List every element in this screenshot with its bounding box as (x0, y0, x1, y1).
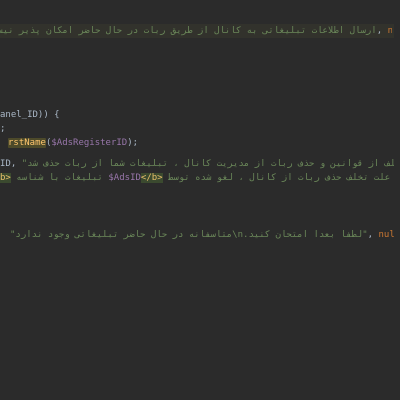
code-line-7[interactable]: "ﻣﺘﺎﺳﻔﺎﻧﻪ ﺩﺭ ﺣﺎﻝ ﺣﺎﺿﺮ ﺗﺒﻠﯿﻐﺎﺗﯽ ﻭﺟﻮﺩ ﻧﺪﺍﺭ… (10, 228, 400, 242)
code-token: ID, (0, 159, 22, 169)
code-token: null (387, 26, 392, 36)
code-token: ﺑﻪ ﻋﻠﺖ ﺗﺨﻠﻒ ﺣﺬﻑ ﺭﺑﺎﺕ ﺍﺯ ﮐﺎﻧﺎﻝ ، ﻟﻐﻮ ﺷﺪﻩ … (168, 173, 400, 183)
code-token: , (367, 230, 379, 240)
code-token: ; (0, 124, 6, 134)
code-token: anel_ID)) { (0, 110, 60, 120)
code-editor[interactable]: ﺍﺭﺳﺎﻝ ﺍﻃﻼﻋﺎﺕ ﺗﺒﻠﯿﻐﺎﺗﯽ ﺑﻪ ﮐﺎﻧﺎﻝ ﺍﺯ ﻃﺮﯾﻖ ﺭ… (0, 0, 400, 400)
code-token: b> (0, 173, 11, 183)
code-token: "ﻣﺘﺎﺳﻔﺎﻧﻪ ﺩﺭ ﺣﺎﻝ ﺣﺎﺿﺮ ﺗﺒﻠﯿﻐﺎﺗﯽ ﻭﺟﻮﺩ ﻧﺪﺍﺭ… (10, 230, 368, 240)
code-token: ﺍﺭﺳﺎﻝ ﺍﻃﻼﻋﺎﺕ ﺗﺒﻠﯿﻐﺎﺗﯽ ﺑﻪ ﮐﺎﻧﺎﻝ ﺍﺯ ﻃﺮﯾﻖ ﺭ… (0, 26, 377, 36)
code-token: ﺗﺒﻠﯿﻐﺎﺕ ﺑﺎ ﺷﻨﺎﺳﻪ (10, 173, 109, 183)
code-line-2[interactable]: anel_ID)) { (0, 108, 400, 122)
code-line-3[interactable]: ; (0, 122, 400, 136)
code-line-6[interactable]: b> ﺗﺒﻠﯿﻐﺎﺕ ﺑﺎ ﺷﻨﺎﺳﻪ $AdsID</b> ﺑﻪ ﻋﻠﺖ ﺗﺨ… (0, 171, 400, 185)
code-token: rstName (8, 138, 46, 148)
vertical-scrollbar[interactable] (394, 0, 400, 400)
code-token: $AdsID (108, 173, 141, 183)
code-line-1[interactable]: ﺍﺭﺳﺎﻝ ﺍﻃﻼﻋﺎﺕ ﺗﺒﻠﯿﻐﺎﺗﯽ ﺑﻪ ﮐﺎﻧﺎﻝ ﺍﺯ ﻃﺮﯾﻖ ﺭ… (0, 24, 392, 38)
code-token: "ﺑﻪ ﻋﻠﺖ ﺗﺨﻠﻒ ﺍﺯ ﻗﻮﺍﻧﯿﻦ ﻭ ﺣﺬﻑ ﺭﺑﺎﺕ ﺍﺯ ﻣﺪﯾ… (21, 159, 400, 169)
code-token: $AdsRegisterID (51, 138, 128, 148)
code-token: , (376, 26, 388, 36)
code-line-4[interactable]: rstName($AdsRegisterID); (8, 136, 400, 150)
code-token: ); (127, 138, 139, 148)
code-line-5[interactable]: ID, "ﺑﻪ ﻋﻠﺖ ﺗﺨﻠﻒ ﺍﺯ ﻗﻮﺍﻧﯿﻦ ﻭ ﺣﺬﻑ ﺭﺑﺎﺕ ﺍﺯ… (0, 157, 400, 171)
code-token: </b> (140, 173, 163, 183)
